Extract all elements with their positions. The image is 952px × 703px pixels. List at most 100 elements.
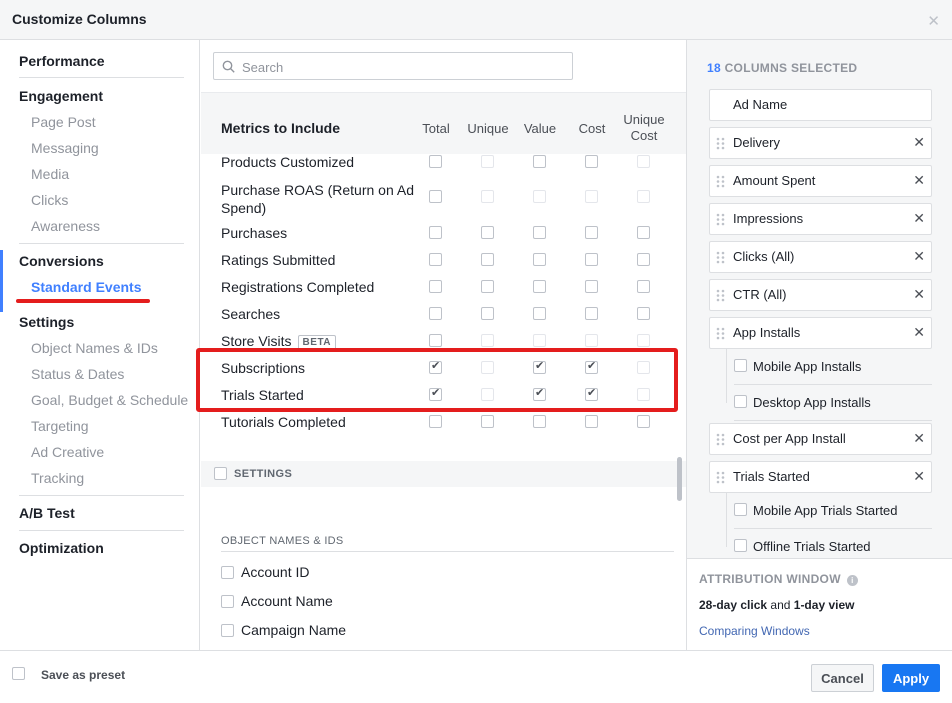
sidebar-section-conversions[interactable]: Conversions: [19, 253, 104, 269]
metric-checkbox-value[interactable]: [533, 307, 546, 320]
metric-checkbox-unique-cost[interactable]: [637, 226, 650, 239]
sidebar-section-performance[interactable]: Performance: [19, 53, 105, 69]
remove-column-icon[interactable]: ✕: [913, 324, 925, 341]
sidebar-section-engagement[interactable]: Engagement: [19, 88, 103, 104]
settings-checkbox[interactable]: [214, 467, 227, 480]
selected-column-card[interactable]: Delivery ✕: [709, 127, 932, 159]
drag-handle-icon[interactable]: [716, 471, 725, 484]
account-id-checkbox[interactable]: [221, 566, 234, 579]
metric-checkbox-unique[interactable]: [481, 280, 494, 293]
metric-checkbox-value[interactable]: [533, 280, 546, 293]
selected-subcolumn[interactable]: Offline Trials Started: [734, 529, 932, 558]
drag-handle-icon[interactable]: [716, 327, 725, 340]
metric-checkbox-value[interactable]: [533, 415, 546, 428]
apply-button[interactable]: Apply: [882, 664, 940, 692]
selected-subcolumn[interactable]: Mobile App Trials Started: [734, 493, 932, 529]
remove-column-icon[interactable]: ✕: [913, 430, 925, 447]
metric-checkbox-unique[interactable]: [481, 307, 494, 320]
selected-column-card[interactable]: App Installs ✕: [709, 317, 932, 349]
sidebar-item-object-names[interactable]: Object Names & IDs: [31, 340, 158, 356]
metric-checkbox-total[interactable]: [429, 307, 442, 320]
metric-checkbox-total[interactable]: [429, 155, 442, 168]
attribution-summary: 28-day click and 1-day view: [699, 598, 854, 612]
selected-subcolumn[interactable]: Mobile App Installs: [734, 349, 932, 385]
campaign-name-checkbox[interactable]: [221, 624, 234, 637]
selected-column-card[interactable]: Impressions ✕: [709, 203, 932, 235]
metric-checkbox-cost[interactable]: [585, 307, 598, 320]
sidebar-item-goal-budget[interactable]: Goal, Budget & Schedule: [31, 392, 188, 408]
drag-handle-icon[interactable]: [716, 213, 725, 226]
dialog-footer: Save as preset Cancel Apply: [0, 650, 952, 703]
selected-column-card[interactable]: CTR (All) ✕: [709, 279, 932, 311]
sidebar-item-standard-events[interactable]: Standard Events: [31, 279, 141, 295]
sidebar-item-targeting[interactable]: Targeting: [31, 418, 89, 434]
dialog-title: Customize Columns: [12, 11, 147, 27]
metric-checkbox-cost[interactable]: [585, 155, 598, 168]
remove-column-icon[interactable]: ✕: [913, 172, 925, 189]
selected-column-card[interactable]: Trials Started ✕: [709, 461, 932, 493]
selected-column-card[interactable]: Ad Name: [709, 89, 932, 121]
metric-checkbox-total[interactable]: [429, 334, 442, 347]
sidebar-item-media[interactable]: Media: [31, 166, 69, 182]
drag-handle-icon[interactable]: [716, 433, 725, 446]
metric-checkbox-unique[interactable]: [481, 226, 494, 239]
save-preset-checkbox[interactable]: [12, 667, 25, 680]
close-icon[interactable]: ✕: [927, 12, 940, 30]
metric-checkbox-value[interactable]: [533, 253, 546, 266]
drag-handle-icon[interactable]: [716, 175, 725, 188]
sidebar-section-optimization[interactable]: Optimization: [19, 540, 104, 556]
metric-checkbox-total[interactable]: [429, 253, 442, 266]
metric-checkbox-cost[interactable]: [585, 253, 598, 266]
subcolumn-checkbox[interactable]: [734, 359, 747, 372]
metric-checkbox-unique-cost[interactable]: [637, 307, 650, 320]
metric-checkbox-unique-cost[interactable]: [637, 415, 650, 428]
scrollbar-thumb[interactable]: [677, 457, 682, 501]
metric-checkbox-unique[interactable]: [481, 253, 494, 266]
sidebar-item-awareness[interactable]: Awareness: [31, 218, 100, 234]
sidebar-item-clicks[interactable]: Clicks: [31, 192, 68, 208]
sidebar-item-ad-creative[interactable]: Ad Creative: [31, 444, 104, 460]
sidebar-section-ab-test[interactable]: A/B Test: [19, 505, 75, 521]
metric-checkbox-total[interactable]: [429, 190, 442, 203]
metric-checkbox-total[interactable]: [429, 226, 442, 239]
info-icon[interactable]: i: [846, 575, 858, 586]
sidebar-section-settings[interactable]: Settings: [19, 314, 74, 330]
remove-column-icon[interactable]: ✕: [913, 134, 925, 151]
remove-column-icon[interactable]: ✕: [913, 248, 925, 265]
sidebar: Performance Engagement Page Post Messagi…: [0, 40, 200, 650]
sidebar-item-tracking[interactable]: Tracking: [31, 470, 84, 486]
selected-subcolumn[interactable]: Desktop App Installs: [734, 385, 932, 421]
remove-column-icon[interactable]: ✕: [913, 468, 925, 485]
drag-handle-icon[interactable]: [716, 251, 725, 264]
sidebar-item-messaging[interactable]: Messaging: [31, 140, 99, 156]
search-box[interactable]: [213, 52, 573, 80]
remove-column-icon[interactable]: ✕: [913, 210, 925, 227]
comparing-windows-link[interactable]: Comparing Windows: [699, 624, 810, 638]
selected-column-card[interactable]: Cost per App Install ✕: [709, 423, 932, 455]
drag-handle-icon[interactable]: [716, 137, 725, 150]
drag-handle-icon[interactable]: [716, 289, 725, 302]
search-input[interactable]: [242, 58, 562, 76]
subcolumn-checkbox[interactable]: [734, 395, 747, 408]
metric-checkbox-total[interactable]: [429, 415, 442, 428]
selected-column-label: Cost per App Install: [733, 431, 846, 446]
cancel-button[interactable]: Cancel: [811, 664, 874, 692]
metric-checkbox-unique-cost[interactable]: [637, 253, 650, 266]
metric-checkbox-value[interactable]: [533, 155, 546, 168]
selected-column-card[interactable]: Clicks (All) ✕: [709, 241, 932, 273]
metric-checkbox-cost[interactable]: [585, 226, 598, 239]
metric-checkbox-total[interactable]: [429, 280, 442, 293]
remove-column-icon[interactable]: ✕: [913, 286, 925, 303]
sidebar-item-status-dates[interactable]: Status & Dates: [31, 366, 124, 382]
metric-checkbox-unique-cost[interactable]: [637, 280, 650, 293]
subcolumn-checkbox[interactable]: [734, 539, 747, 552]
sidebar-item-page-post[interactable]: Page Post: [31, 114, 96, 130]
metric-checkbox-value[interactable]: [533, 226, 546, 239]
settings-category[interactable]: SETTINGS: [201, 461, 686, 487]
account-name-checkbox[interactable]: [221, 595, 234, 608]
metric-checkbox-unique[interactable]: [481, 415, 494, 428]
metric-checkbox-cost[interactable]: [585, 415, 598, 428]
metric-checkbox-cost[interactable]: [585, 280, 598, 293]
selected-column-card[interactable]: Amount Spent ✕: [709, 165, 932, 197]
subcolumn-checkbox[interactable]: [734, 503, 747, 516]
